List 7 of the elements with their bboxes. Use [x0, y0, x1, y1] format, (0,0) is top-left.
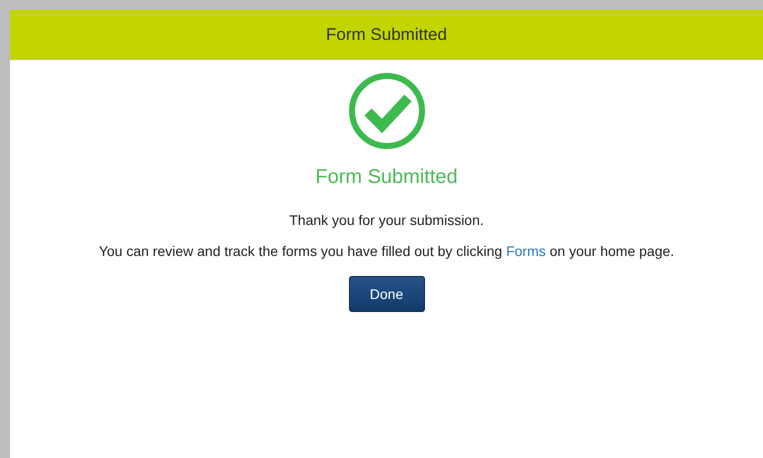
confirmation-title: Form Submitted — [315, 165, 458, 190]
done-button[interactable]: Done — [348, 276, 424, 312]
thank-you-message: Thank you for your submission. — [289, 211, 484, 230]
check-circle-icon — [348, 72, 426, 150]
instructions-text: You can review and track the forms you have filled out by clicking Forms on your home page. — [98, 242, 674, 261]
forms-link[interactable]: Forms — [506, 243, 546, 259]
header-title: Form Submitted — [326, 24, 447, 46]
